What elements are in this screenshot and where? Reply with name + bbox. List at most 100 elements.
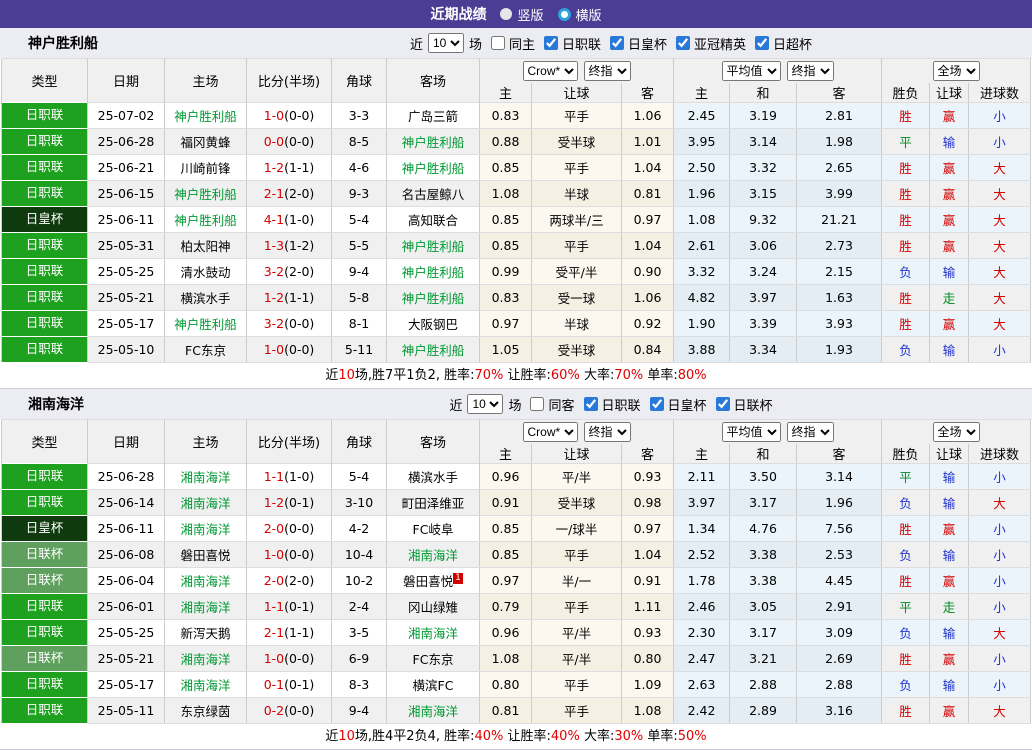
fulltime-score[interactable]: 1-2 (264, 160, 284, 175)
home-team-name[interactable]: 湘南海洋 (180, 600, 230, 615)
fulltime-score[interactable]: 1-0 (264, 108, 284, 123)
fulltime-score[interactable]: 1-1 (264, 599, 284, 614)
home-team-name[interactable]: FC东京 (185, 343, 226, 358)
result-goals: 小 (969, 568, 1031, 594)
home-team-name[interactable]: 湘南海洋 (180, 652, 230, 667)
away-team-name[interactable]: 町田泽维亚 (402, 496, 465, 511)
away-team-name[interactable]: 神户胜利船 (402, 239, 465, 254)
home-team-name[interactable]: 福冈黄蜂 (180, 135, 230, 150)
league-checkbox-1[interactable] (650, 397, 664, 411)
home-team-name[interactable]: 川崎前锋 (180, 161, 230, 176)
away-team-name[interactable]: 湘南海洋 (408, 548, 458, 563)
crow-odds-group-select-0[interactable]: Crow* (523, 61, 578, 81)
average-odds-group-select-0[interactable]: 平均值 (722, 422, 781, 442)
layout-radio-horizontal[interactable]: 横版 (558, 5, 602, 24)
fulltime-score[interactable]: 1-2 (264, 495, 284, 510)
home-team-name[interactable]: 横滨水手 (180, 291, 230, 306)
home-team-name[interactable]: 清水鼓动 (180, 265, 230, 280)
league-checkbox-0[interactable] (544, 36, 558, 50)
home-team-name[interactable]: 湘南海洋 (180, 574, 230, 589)
home-team-name[interactable]: 神户胜利船 (174, 213, 237, 228)
fulltime-score[interactable]: 4-1 (264, 212, 284, 227)
home-team-name[interactable]: 湘南海洋 (180, 470, 230, 485)
home-team-name[interactable]: 湘南海洋 (180, 496, 230, 511)
fulltime-score[interactable]: 1-1 (264, 469, 284, 484)
same-venue-checkbox[interactable] (530, 397, 544, 411)
away-team-name[interactable]: 湘南海洋 (408, 626, 458, 641)
league-checkbox-3[interactable] (755, 36, 769, 50)
fulltime-score[interactable]: 3-2 (264, 316, 284, 331)
same-venue-checkbox[interactable] (491, 36, 505, 50)
away-team-name[interactable]: FC东京 (413, 652, 454, 667)
home-team-name[interactable]: 神户胜利船 (174, 109, 237, 124)
col-header-2: 主场 (165, 420, 247, 464)
away-team-name[interactable]: 横滨水手 (408, 470, 458, 485)
fulltime-score[interactable]: 2-1 (264, 186, 284, 201)
home-team-name[interactable]: 柏太阳神 (180, 239, 230, 254)
fulltime-result-group-select-0[interactable]: 全场 (933, 61, 980, 81)
avg-draw-odds: 3.05 (730, 594, 797, 620)
home-team-name[interactable]: 神户胜利船 (174, 187, 237, 202)
halftime-score: (1-2) (284, 238, 314, 253)
avg-home-odds: 1.08 (674, 207, 730, 233)
fulltime-score[interactable]: 1-2 (264, 290, 284, 305)
crow-odds-group-select-1[interactable]: 终指 (584, 422, 631, 442)
layout-radio-vertical[interactable]: 竖版 (500, 5, 543, 24)
fulltime-score[interactable]: 0-2 (264, 703, 284, 718)
home-team: 湘南海洋 (165, 516, 247, 542)
league-checkbox-2[interactable] (716, 397, 730, 411)
home-team-name[interactable]: 湘南海洋 (180, 678, 230, 693)
away-team-name[interactable]: 神户胜利船 (402, 265, 465, 280)
league-checkbox-2[interactable] (676, 36, 690, 50)
league-checkbox-0[interactable] (584, 397, 598, 411)
fulltime-score[interactable]: 1-0 (264, 342, 284, 357)
fulltime-score[interactable]: 0-0 (264, 134, 284, 149)
away-team-name[interactable]: 名古屋鲸八 (402, 187, 465, 202)
home-team-name[interactable]: 东京绿茵 (180, 704, 230, 719)
home-team-name[interactable]: 湘南海洋 (180, 522, 230, 537)
fulltime-score[interactable]: 2-1 (264, 625, 284, 640)
away-team-name[interactable]: 神户胜利船 (402, 135, 465, 150)
home-team: 神户胜利船 (165, 311, 247, 337)
away-team-name[interactable]: 神户胜利船 (402, 343, 465, 358)
home-team-name[interactable]: 磐田喜悦 (180, 548, 230, 563)
away-team-name[interactable]: 神户胜利船 (402, 291, 465, 306)
fulltime-score[interactable]: 2-0 (264, 573, 284, 588)
avg-home-odds: 2.63 (674, 672, 730, 698)
away-team-name[interactable]: 冈山绿雉 (408, 600, 458, 615)
average-odds-group-select-0[interactable]: 平均值 (722, 61, 781, 81)
away-team-name[interactable]: 湘南海洋 (408, 704, 458, 719)
away-team-name[interactable]: 磐田喜悦 (403, 574, 453, 589)
crow-home-odds: 0.97 (480, 311, 532, 337)
away-team-name[interactable]: FC岐阜 (413, 522, 454, 537)
result-wdl: 胜 (882, 103, 930, 129)
match-type-badge: 日职联 (2, 129, 87, 154)
fulltime-score[interactable]: 1-3 (264, 238, 284, 253)
avg-away-odds: 2.81 (797, 103, 882, 129)
fulltime-score[interactable]: 2-0 (264, 521, 284, 536)
fulltime-score[interactable]: 3-2 (264, 264, 284, 279)
fulltime-score[interactable]: 0-1 (264, 677, 284, 692)
crow-handicap: 半球 (532, 181, 622, 207)
sub-col-header-8: 进球数 (969, 444, 1031, 464)
fulltime-score[interactable]: 1-0 (264, 651, 284, 666)
average-odds-group-select-1[interactable]: 终指 (787, 422, 834, 442)
away-team-name[interactable]: 横滨FC (413, 678, 454, 693)
league-checkbox-1[interactable] (610, 36, 624, 50)
result-handicap: 输 (930, 464, 969, 490)
away-team-name[interactable]: 广岛三箭 (408, 109, 458, 124)
away-team-name[interactable]: 神户胜利船 (402, 161, 465, 176)
away-team-name[interactable]: 高知联合 (408, 213, 458, 228)
summary-part: 10 (338, 729, 355, 744)
home-team-name[interactable]: 新泻天鹅 (180, 626, 230, 641)
crow-odds-group-select-0[interactable]: Crow* (523, 422, 578, 442)
fulltime-score[interactable]: 1-0 (264, 547, 284, 562)
match-count-select[interactable]: 10 (467, 394, 503, 414)
away-team-name[interactable]: 大阪钢巴 (408, 317, 458, 332)
average-odds-group-select-1[interactable]: 终指 (787, 61, 834, 81)
home-team-name[interactable]: 神户胜利船 (174, 317, 237, 332)
crow-odds-group-select-1[interactable]: 终指 (584, 61, 631, 81)
match-count-select[interactable]: 10 (428, 33, 464, 53)
avg-away-odds: 3.99 (797, 181, 882, 207)
fulltime-result-group-select-0[interactable]: 全场 (933, 422, 980, 442)
